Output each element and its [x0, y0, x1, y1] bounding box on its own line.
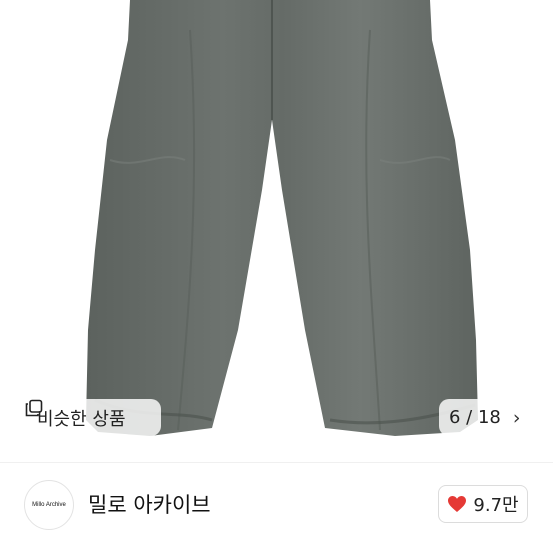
copy-icon: [25, 399, 43, 417]
image-counter[interactable]: 6 / 18 ›: [439, 399, 529, 436]
shop-avatar-logo-text: Millo Archive: [32, 502, 66, 508]
like-count: 9.7만: [473, 495, 519, 516]
similar-products-button[interactable]: 비슷한 상품: [25, 399, 161, 436]
shop-name[interactable]: 밀로 아카이브: [88, 489, 211, 519]
image-counter-text: 6 / 18: [449, 407, 501, 428]
product-image[interactable]: 비슷한 상품 6 / 18 ›: [0, 0, 553, 462]
chevron-right-icon[interactable]: ›: [513, 407, 521, 429]
heart-icon: [448, 496, 467, 512]
shop-avatar[interactable]: Millo Archive: [24, 480, 74, 530]
pants-photo: [86, 0, 478, 436]
similar-products-label: 비슷한 상품: [37, 408, 126, 430]
shop-info-bar: Millo Archive 밀로 아카이브 9.7만: [0, 463, 553, 553]
like-button[interactable]: 9.7만: [438, 485, 528, 523]
